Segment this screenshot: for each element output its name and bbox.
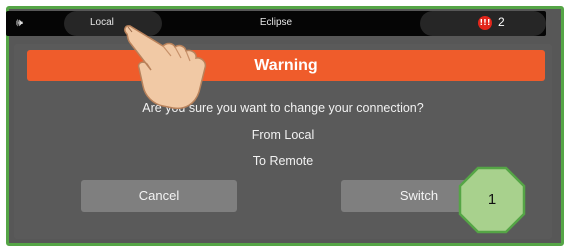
alarm-count[interactable]: 2: [498, 15, 505, 29]
from-connection-text: From Local: [251, 128, 315, 142]
dialog-title: Warning: [27, 50, 545, 81]
system-name: Eclipse: [259, 17, 293, 28]
cancel-button[interactable]: Cancel: [81, 180, 237, 212]
pointing-hand-icon: [124, 25, 207, 110]
step-number: 1: [487, 191, 497, 208]
dialog-message: Are you sure you want to change your con…: [142, 101, 424, 115]
alarm-badge-icon[interactable]: !!!: [478, 16, 492, 30]
status-bar: 🕪 Local Eclipse !!! 2: [6, 11, 546, 36]
step-marker: 1: [458, 166, 526, 234]
